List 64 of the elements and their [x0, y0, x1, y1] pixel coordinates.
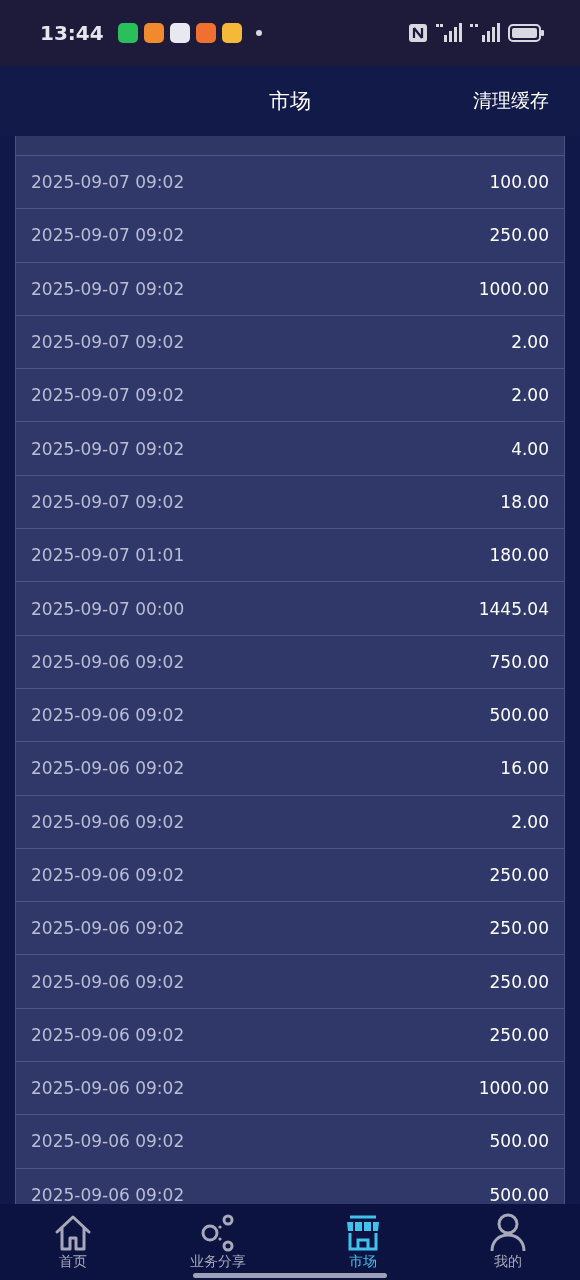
record-amount: 2.00 [511, 385, 549, 406]
tab-item[interactable]: 我的 [435, 1204, 580, 1280]
record-amount: 500.00 [489, 1131, 549, 1152]
app-icon [143, 23, 164, 43]
record-amount: 250.00 [489, 918, 549, 939]
record-amount: 250.00 [489, 225, 549, 246]
record-amount: 250.00 [489, 971, 549, 992]
app-icon [221, 23, 242, 43]
record-time: 2025-09-06 09:02 [31, 865, 185, 885]
record-time: 2025-09-07 09:02 [31, 332, 185, 353]
record-time: 2025-09-07 00:00 [31, 598, 185, 619]
record-amount: 4.00 [511, 438, 549, 459]
record-amount: 1445.04 [478, 598, 549, 619]
record-amount: 180.00 [489, 545, 549, 566]
record-time: 2025-09-06 09:02 [31, 1184, 185, 1204]
record-amount: 16.00 [500, 758, 549, 779]
record-time: 2025-09-06 09:02 [31, 1131, 185, 1152]
record-time: 2025-09-06 09:02 [31, 651, 185, 672]
record-time: 2025-09-07 09:02 [31, 491, 185, 512]
gesture-bar[interactable] [193, 1273, 387, 1278]
signal-icon [470, 23, 500, 43]
record-time: 2025-09-07 09:02 [31, 278, 185, 299]
page-title: 市场 [269, 88, 311, 115]
record-time: 2025-09-07 01:01 [31, 545, 185, 566]
record-amount: 750.00 [489, 651, 549, 672]
record-amount: 250.00 [489, 1024, 549, 1045]
record-time: 2025-09-06 09:02 [31, 1024, 185, 1045]
record-time: 2025-09-06 09:02 [31, 811, 185, 832]
record-time: 2025-09-07 09:02 [31, 225, 185, 246]
tab-label: 我的 [493, 1253, 522, 1271]
record-time: 2025-09-06 09:02 [31, 971, 185, 992]
record-amount: 2.00 [511, 811, 549, 832]
record-amount: 1000.00 [478, 1078, 549, 1099]
record-time: 2025-09-06 09:02 [31, 1078, 185, 1099]
record-amount: 500.00 [489, 705, 549, 726]
share-icon [199, 1214, 236, 1252]
notification-dot-icon [255, 30, 262, 36]
record-time: 2025-09-06 09:02 [31, 758, 185, 779]
clear-cache-link[interactable]: 清理缓存 [473, 88, 549, 114]
tab-label: 首页 [58, 1253, 87, 1271]
tab-item[interactable]: 业务分享 [145, 1204, 290, 1280]
record-time: 2025-09-06 09:02 [31, 918, 185, 939]
record-amount: 100.00 [489, 172, 549, 193]
record-time: 2025-09-07 09:02 [31, 385, 185, 406]
nfc-icon [408, 23, 428, 43]
tab-item[interactable]: 市场 [290, 1204, 435, 1280]
user-icon [488, 1212, 527, 1252]
app-icon [195, 23, 216, 43]
record-time: 2025-09-06 09:02 [31, 705, 185, 726]
tab-label: 市场 [348, 1253, 377, 1271]
signal-icon [436, 23, 462, 43]
record-amount: 18.00 [500, 491, 549, 512]
tab-label: 业务分享 [189, 1253, 246, 1271]
tab-item[interactable]: 首页 [0, 1204, 145, 1280]
record-time: 2025-09-07 09:02 [31, 172, 185, 193]
record-amount: 500.00 [489, 1184, 549, 1204]
status-time: 13:44 [40, 21, 104, 45]
record-amount: 2.00 [511, 332, 549, 353]
app-icon [117, 23, 138, 43]
record-amount: 1000.00 [478, 278, 549, 299]
record-time: 2025-09-07 09:02 [31, 438, 185, 459]
app-icon [169, 23, 190, 43]
battery-icon [508, 23, 544, 43]
record-amount: 250.00 [489, 865, 549, 885]
